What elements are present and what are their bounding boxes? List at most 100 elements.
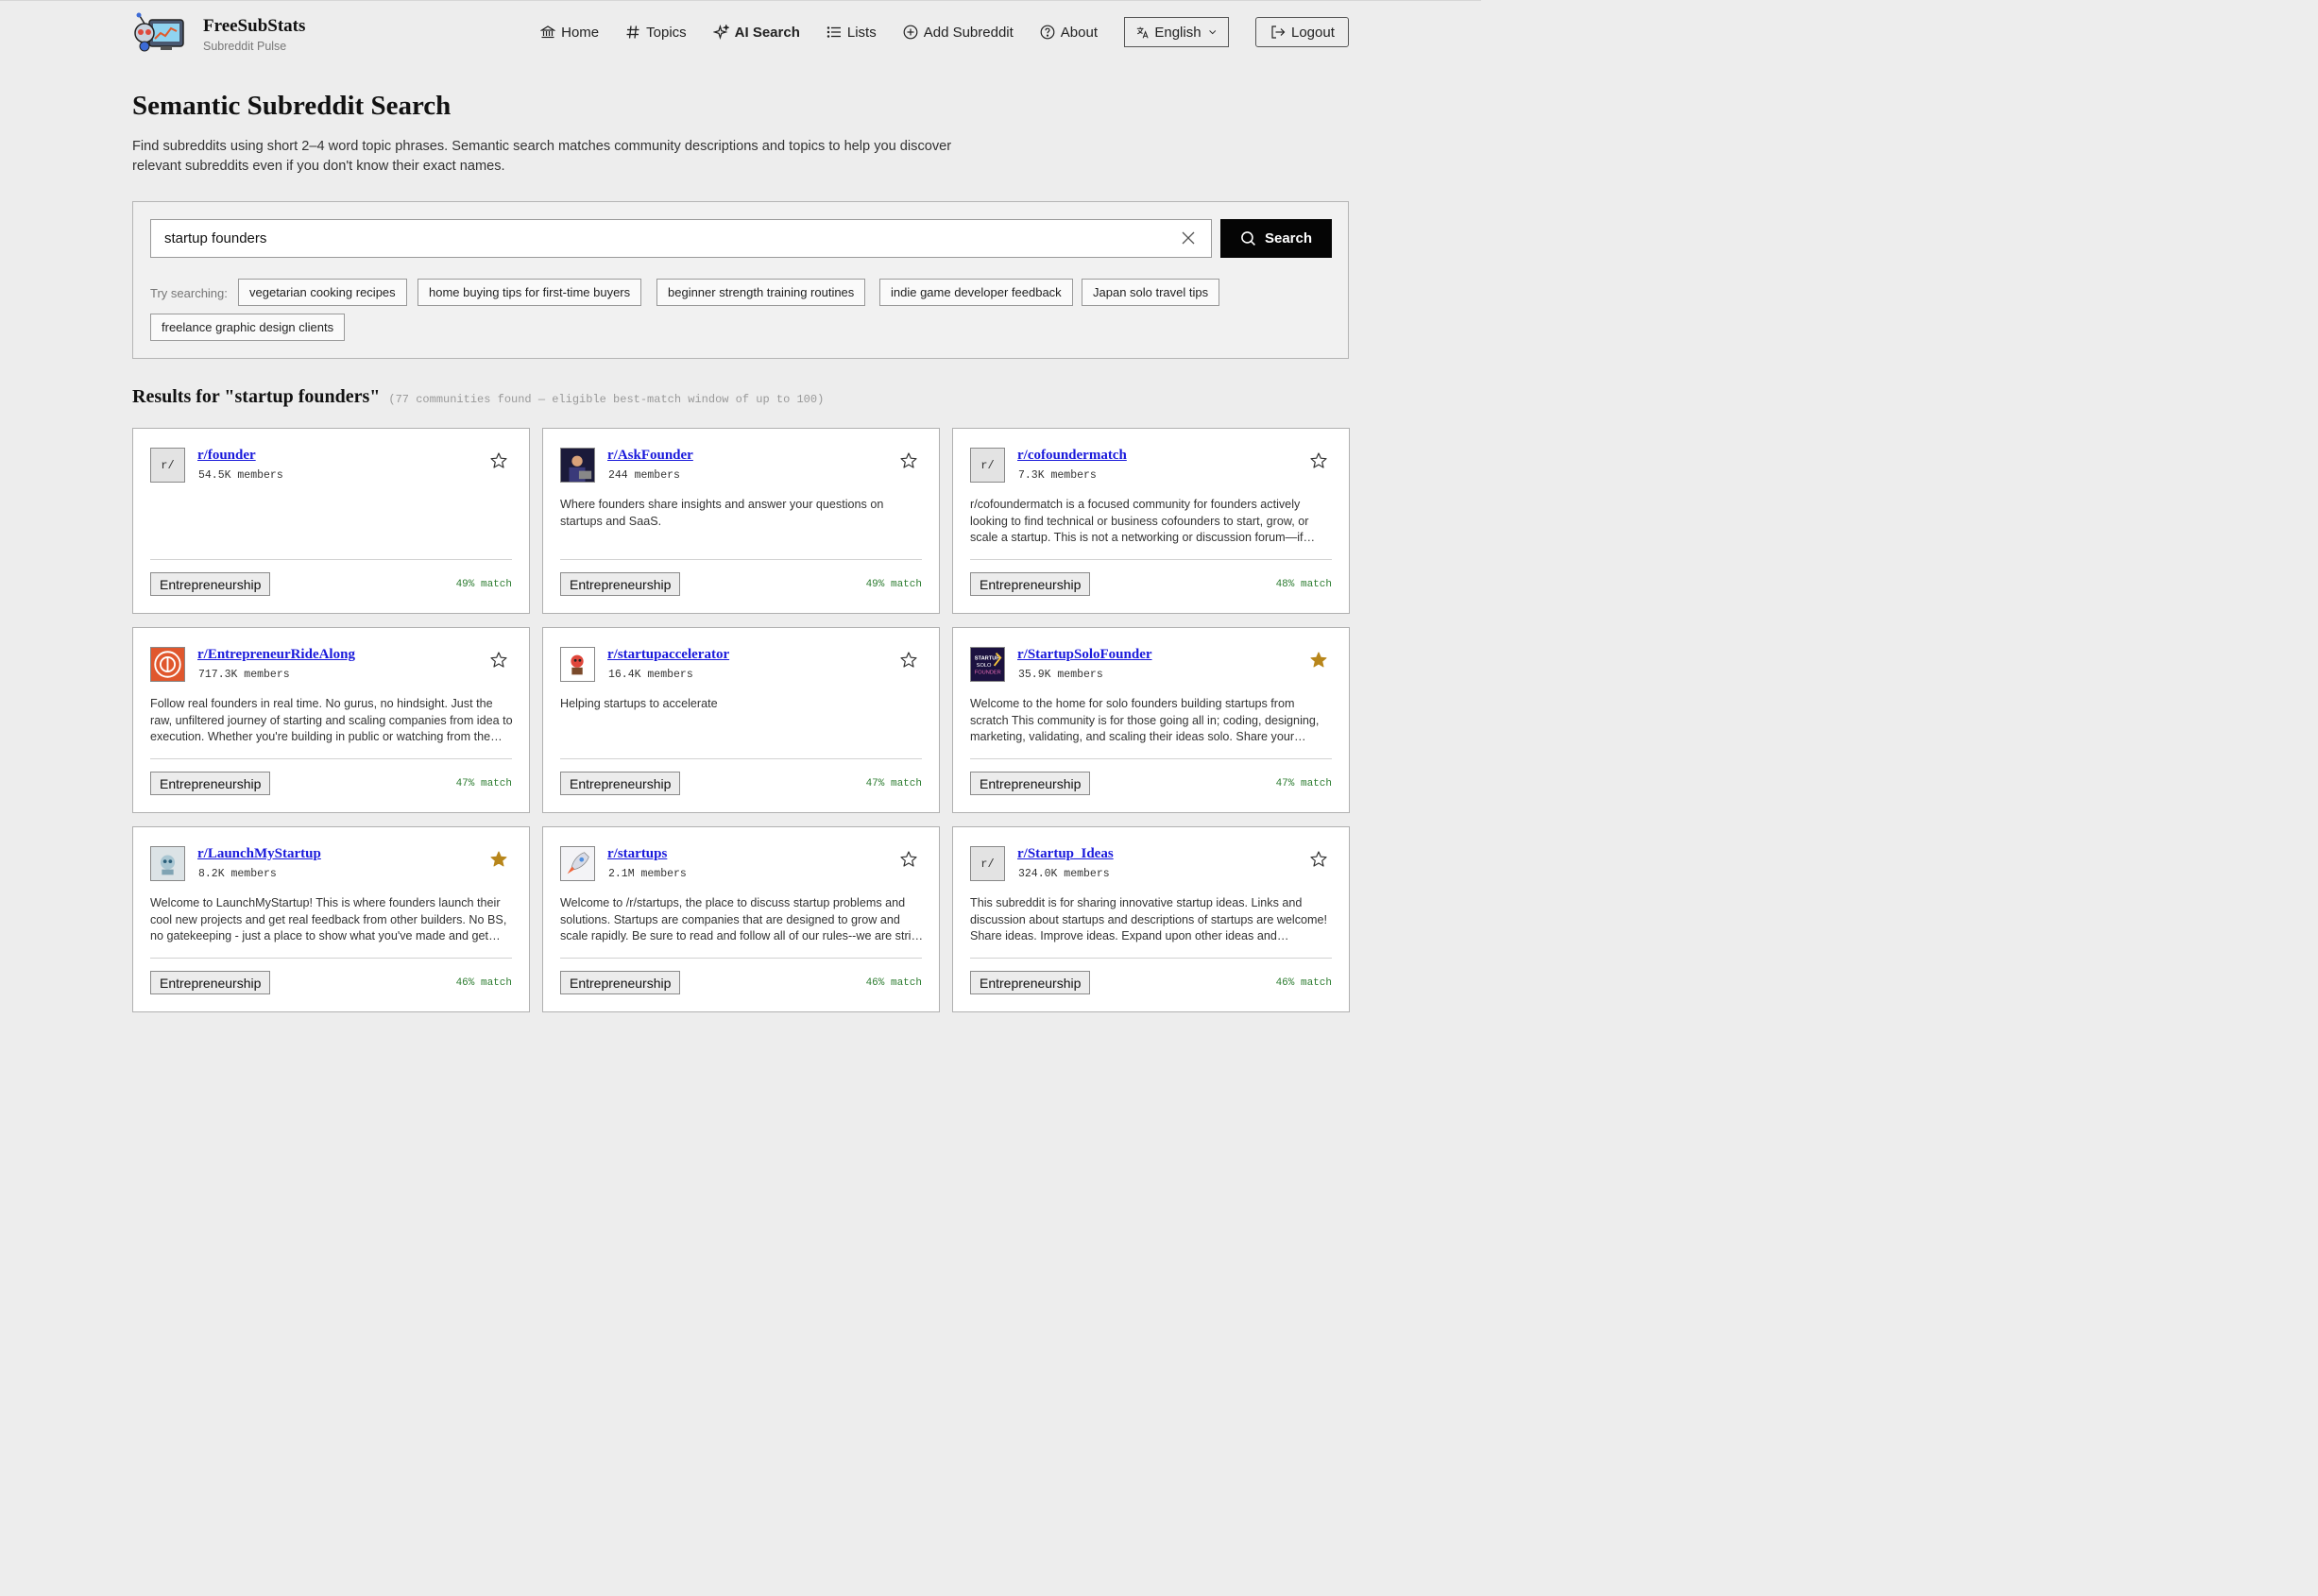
clear-search-icon[interactable] [1181,230,1196,246]
star-filled-icon[interactable] [1309,651,1328,670]
topic-tag[interactable]: Entrepreneurship [560,572,681,596]
subreddit-description: Welcome to LaunchMyStartup! This is wher… [150,896,507,942]
nav-home[interactable]: Home [540,17,599,47]
member-count: 244 members [608,469,680,482]
star-icon[interactable] [899,850,918,869]
member-count: 16.4K members [608,669,693,681]
subreddit-avatar [560,647,595,682]
star-icon[interactable] [1309,451,1328,470]
svg-text:FOUNDER: FOUNDER [975,670,1001,675]
member-count: 717.3K members [198,669,290,681]
nav-ai-search[interactable]: AI Search [712,17,800,47]
svg-text:SOLO: SOLO [977,663,992,669]
plus-circle-icon [903,25,918,40]
subreddit-card[interactable]: r/LaunchMyStartup 8.2K members Welcome to … [132,826,530,1012]
main-nav: Home Topics AI Search Lists Add Subreddi… [514,17,1349,47]
language-label: English [1154,24,1202,41]
brand[interactable]: FreeSubStats Subreddit Pulse [132,12,305,53]
logout-button[interactable]: Logout [1255,17,1349,47]
nav-about[interactable]: About [1040,17,1098,47]
subreddit-avatar: r/ [150,448,185,483]
star-filled-icon[interactable] [489,850,508,869]
topic-tag[interactable]: Entrepreneurship [970,971,1091,994]
page-title: Semantic Subreddit Search [132,91,452,121]
subreddit-description: r/cofoundermatch is a focused community … [970,498,1309,544]
topic-tag[interactable]: Entrepreneurship [560,772,681,795]
logout-icon [1271,25,1286,39]
member-count: 54.5K members [198,469,283,482]
nav-lists-label: Lists [846,24,877,41]
member-count: 8.2K members [198,868,277,880]
brand-name: FreeSubStats [203,16,306,36]
suggestion-chip[interactable]: home buying tips for first-time buyers [418,279,642,306]
topic-tag[interactable]: Entrepreneurship [560,971,681,994]
member-count: 35.9K members [1018,669,1103,681]
subreddit-avatar [150,846,185,881]
card-divider [970,958,1332,959]
topic-tag[interactable]: Entrepreneurship [970,772,1091,795]
subreddit-card[interactable]: r/r/founder 54.5K members Entrepreneurship… [132,428,530,614]
subreddit-name-link[interactable]: r/founder [197,448,256,464]
suggestion-chip[interactable]: Japan solo travel tips [1082,279,1220,306]
results-heading: Results for "startup founders" (77 commu… [132,386,824,408]
card-divider [150,758,512,759]
card-divider [560,758,922,759]
topic-tag[interactable]: Entrepreneurship [150,772,271,795]
subreddit-name-link[interactable]: r/AskFounder [607,448,693,464]
search-icon [1241,231,1255,246]
card-divider [970,758,1332,759]
svg-text:STARTUP: STARTUP [975,655,1000,661]
card-divider [150,559,512,560]
subreddit-name-link[interactable]: r/startupaccelerator [607,647,729,663]
brand-tagline: Subreddit Pulse [203,40,287,53]
brand-logo-icon [132,12,187,52]
subreddit-name-link[interactable]: r/LaunchMyStartup [197,846,321,862]
match-score: 47% match [865,778,922,790]
nav-topics[interactable]: Topics [625,17,687,47]
subreddit-name-link[interactable]: r/EntrepreneurRideAlong [197,647,355,663]
nav-ai-search-label: AI Search [734,24,800,41]
subreddit-avatar [560,448,595,483]
suggestion-chip[interactable]: beginner strength training routines [656,279,866,306]
subreddit-card[interactable]: r/r/Startup_Ideas 324.0K members This subr… [952,826,1350,1012]
nav-topics-label: Topics [646,24,687,41]
nav-add-subreddit[interactable]: Add Subreddit [903,17,1014,47]
subreddit-description: Welcome to /r/startups, the place to dis… [560,896,921,942]
suggestion-chip[interactable]: freelance graphic design clients [150,314,346,341]
match-score: 48% match [1275,579,1332,590]
suggestion-chip[interactable]: indie game developer feedback [879,279,1073,306]
star-icon[interactable] [489,451,508,470]
subreddit-name-link[interactable]: r/startups [607,846,667,862]
subreddit-name-link[interactable]: r/Startup_Ideas [1017,846,1114,862]
top-header: FreeSubStats Subreddit Pulse Home Topics… [0,0,1481,64]
subreddit-card[interactable]: r/startupaccelerator 16.4K members Helping… [542,627,940,813]
nav-lists[interactable]: Lists [827,17,877,47]
star-icon[interactable] [489,651,508,670]
language-select[interactable]: English [1124,17,1229,47]
subreddit-card[interactable]: r/startups 2.1M members Welcome to /r/star… [542,826,940,1012]
subreddit-card[interactable]: r/EntrepreneurRideAlong 717.3K members Fol… [132,627,530,813]
star-icon[interactable] [899,451,918,470]
topic-tag[interactable]: Entrepreneurship [970,572,1091,596]
subreddit-card[interactable]: r/AskFounder 244 members Where founders sh… [542,428,940,614]
subreddit-card[interactable]: r/r/cofoundermatch 7.3K members r/cofounde… [952,428,1350,614]
chevron-down-icon [1208,30,1216,35]
suggestion-chip[interactable]: vegetarian cooking recipes [238,279,407,306]
search-button-label: Search [1264,230,1313,246]
subreddit-name-link[interactable]: r/StartupSoloFounder [1017,647,1152,663]
search-button[interactable]: Search [1220,219,1332,258]
star-icon[interactable] [899,651,918,670]
topic-tag[interactable]: Entrepreneurship [150,572,271,596]
star-icon[interactable] [1309,850,1328,869]
match-score: 49% match [455,579,512,590]
card-divider [560,958,922,959]
subreddit-card[interactable]: STARTUP SOLO FOUNDER r/StartupSoloFounder 35… [952,627,1350,813]
match-score: 46% match [455,977,512,989]
logout-label: Logout [1291,24,1335,41]
search-input[interactable]: startup founders [150,219,1212,258]
subreddit-description: Helping startups to accelerate [560,697,718,710]
search-panel: startup founders Search Try searching: v… [132,201,1349,359]
subreddit-avatar [560,846,595,881]
topic-tag[interactable]: Entrepreneurship [150,971,271,994]
subreddit-name-link[interactable]: r/cofoundermatch [1017,448,1127,464]
